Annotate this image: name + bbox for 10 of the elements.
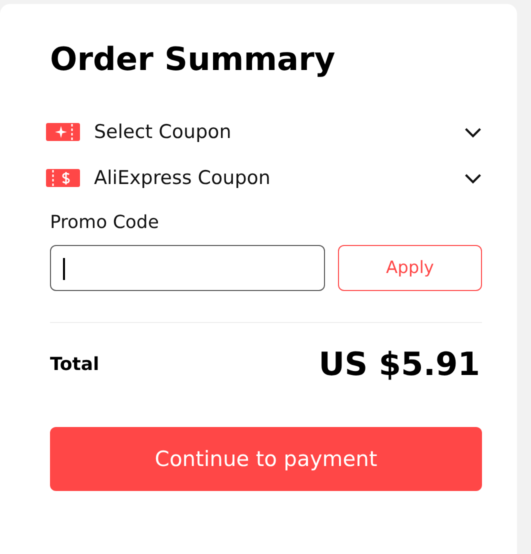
promo-code-field[interactable] — [50, 245, 325, 291]
ticket-dollar-icon — [46, 168, 80, 188]
chevron-down-icon[interactable] — [464, 172, 482, 184]
total-amount: US $5.91 — [318, 345, 480, 383]
promo-code-label: Promo Code — [50, 212, 160, 233]
chevron-down-icon[interactable] — [464, 126, 482, 138]
order-summary-title: Order Summary — [50, 39, 336, 80]
total-label: Total — [50, 354, 100, 374]
coupon-label: AliExpress Coupon — [94, 167, 272, 189]
coupon-label: Select Coupon — [94, 121, 232, 143]
